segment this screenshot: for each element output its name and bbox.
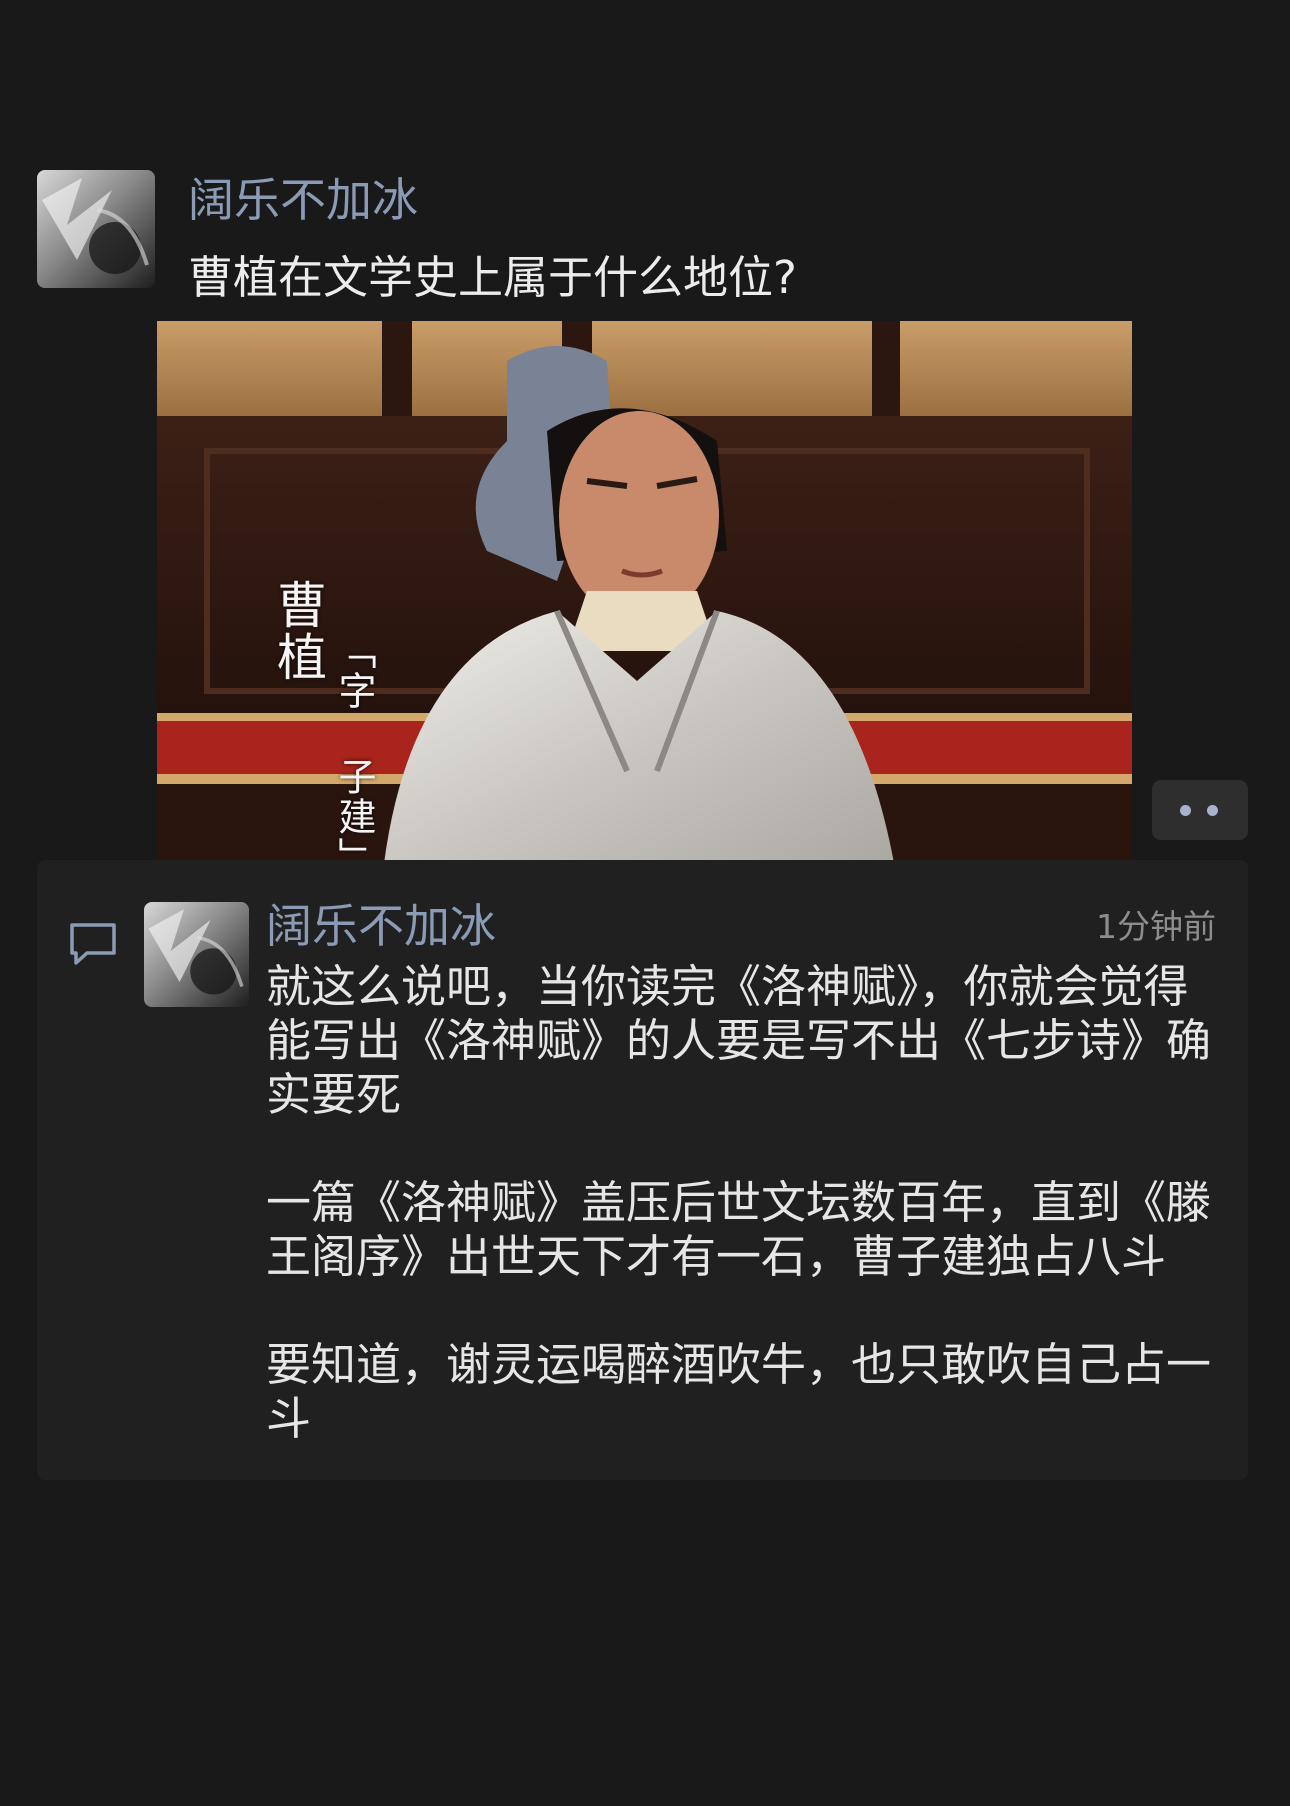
comment-paragraph: 一篇《洛神赋》盖压后世文坛数百年，直到《滕 王阁序》出世天下才有一石，曹子建独占… xyxy=(266,1176,1212,1283)
comment-author-name[interactable]: 阔乐不加冰 xyxy=(266,896,496,956)
more-dots-icon xyxy=(1207,805,1218,816)
comment-body: 就这么说吧，当你读完《洛神赋》，你就会觉得 能写出《洛神赋》的人要是写不出《七步… xyxy=(266,960,1216,1446)
post-image[interactable]: 曹植 「字 子建」 xyxy=(157,321,1132,880)
comment-author-avatar[interactable] xyxy=(144,902,249,1007)
comment-panel: 阔乐不加冰 1分钟前 就这么说吧，当你读完《洛神赋》，你就会觉得 能写出《洛神赋… xyxy=(37,860,1248,1480)
post-text: 曹植在文学史上属于什么地位? xyxy=(188,251,797,304)
image-caption-name: 曹植 xyxy=(269,579,327,683)
image-caption-courtesy-name: 「字 子建」 xyxy=(332,631,376,877)
post-author-avatar[interactable] xyxy=(37,170,155,288)
more-button[interactable] xyxy=(1152,780,1248,840)
comment-paragraph: 就这么说吧，当你读完《洛神赋》，你就会觉得 能写出《洛神赋》的人要是写不出《七步… xyxy=(266,960,1212,1121)
comment-icon xyxy=(70,923,116,965)
comment-timestamp: 1分钟前 xyxy=(1096,907,1216,946)
comment-paragraph: 要知道，谢灵运喝醉酒吹牛，也只敢吹自己占一 斗 xyxy=(266,1338,1212,1445)
more-dots-icon xyxy=(1180,805,1191,816)
post-author-name[interactable]: 阔乐不加冰 xyxy=(188,170,418,230)
